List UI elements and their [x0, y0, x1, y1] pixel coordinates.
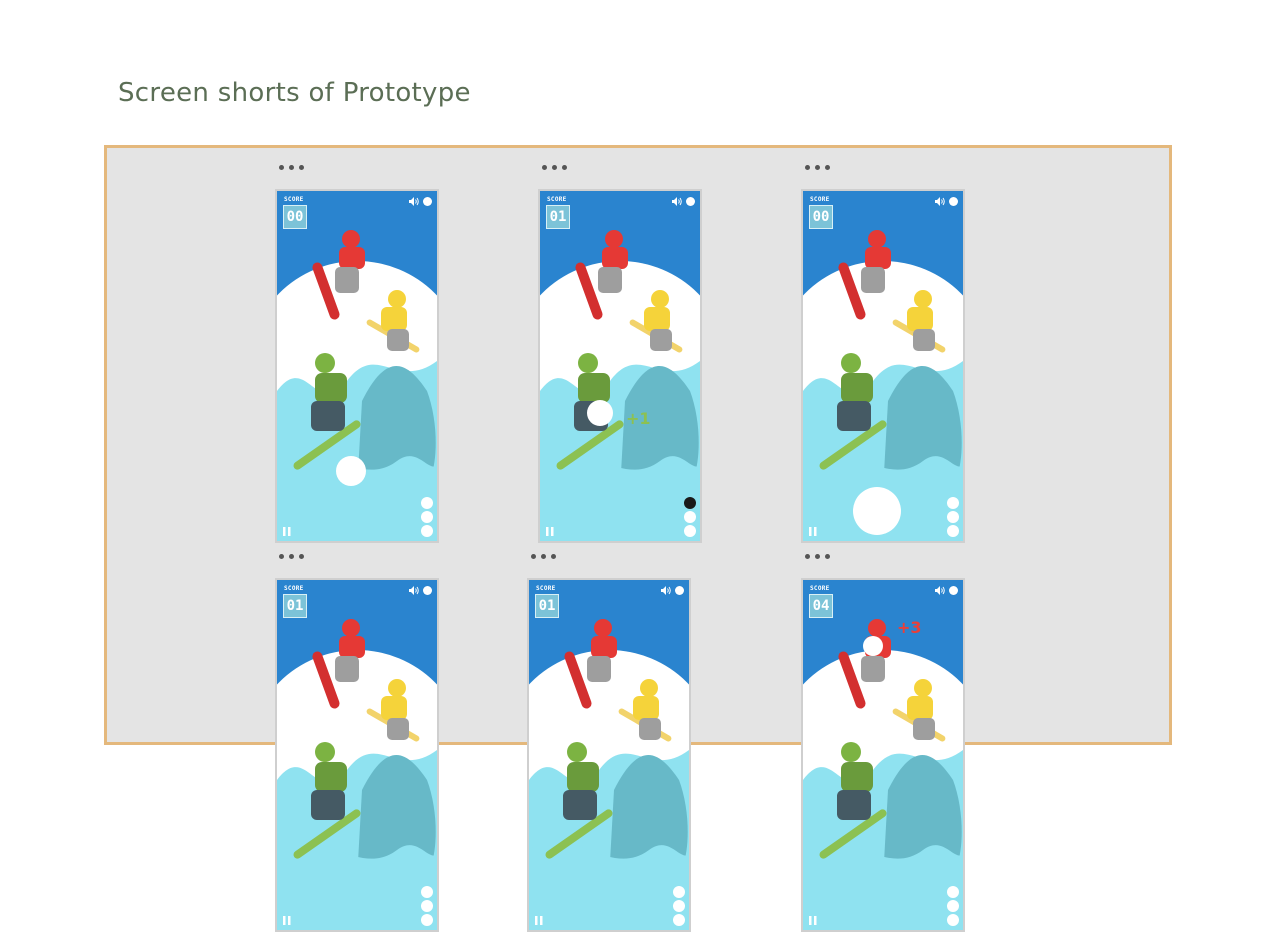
pause-icon[interactable]	[283, 916, 291, 925]
life-icon	[947, 525, 959, 537]
pause-icon[interactable]	[809, 916, 817, 925]
life-icon	[947, 886, 959, 898]
score-label: SCORE	[547, 196, 567, 203]
pause-icon[interactable]	[546, 527, 554, 536]
game-scene	[529, 580, 689, 930]
score-value: 00	[809, 205, 833, 229]
life-icon	[421, 914, 433, 926]
game-screen: SCORE 00	[801, 189, 965, 543]
game-screen: SCORE 00	[275, 189, 439, 543]
life-icon	[421, 511, 433, 523]
game-screen: SCORE 04 +3	[801, 578, 965, 932]
game-scene	[277, 191, 437, 541]
game-scene	[277, 580, 437, 930]
prototype-board: SCORE 00 SCORE 01 +1 SCORE 00 SCORE 01 S…	[104, 145, 1172, 932]
page-title: Screen shorts of Prototype	[118, 78, 471, 108]
life-icon	[947, 914, 959, 926]
game-screen: SCORE 01	[275, 578, 439, 932]
score-value: 00	[283, 205, 307, 229]
menu-icon[interactable]	[423, 586, 432, 595]
pause-icon[interactable]	[809, 527, 817, 536]
speaker-icon[interactable]	[935, 197, 945, 206]
score-popup: +1	[626, 409, 651, 428]
speaker-icon[interactable]	[409, 197, 419, 206]
menu-icon[interactable]	[949, 197, 958, 206]
life-icon	[947, 900, 959, 912]
menu-icon[interactable]	[423, 197, 432, 206]
life-icon	[684, 511, 696, 523]
game-scene	[803, 191, 963, 541]
game-scene	[803, 580, 963, 930]
menu-icon[interactable]	[686, 197, 695, 206]
score-label: SCORE	[810, 196, 830, 203]
life-icon	[421, 497, 433, 509]
more-dots-icon[interactable]	[542, 165, 567, 170]
score-label: SCORE	[284, 585, 304, 592]
score-label: SCORE	[810, 585, 830, 592]
speaker-icon[interactable]	[661, 586, 671, 595]
more-dots-icon[interactable]	[805, 165, 830, 170]
score-value: 01	[535, 594, 559, 618]
score-label: SCORE	[284, 196, 304, 203]
pause-icon[interactable]	[283, 527, 291, 536]
life-icon	[684, 525, 696, 537]
score-label: SCORE	[536, 585, 556, 592]
life-icon	[421, 525, 433, 537]
life-icon	[947, 511, 959, 523]
speaker-icon[interactable]	[935, 586, 945, 595]
score-popup: +3	[897, 618, 922, 637]
score-value: 01	[546, 205, 570, 229]
game-screen: SCORE 01 +1	[538, 189, 702, 543]
life-icon	[421, 900, 433, 912]
game-scene	[540, 191, 700, 541]
more-dots-icon[interactable]	[531, 554, 556, 559]
menu-icon[interactable]	[949, 586, 958, 595]
life-icon	[673, 886, 685, 898]
life-icon	[673, 914, 685, 926]
speaker-icon[interactable]	[409, 586, 419, 595]
more-dots-icon[interactable]	[279, 554, 304, 559]
more-dots-icon[interactable]	[279, 165, 304, 170]
life-icon	[684, 497, 696, 509]
pause-icon[interactable]	[535, 916, 543, 925]
life-icon	[947, 497, 959, 509]
menu-icon[interactable]	[675, 586, 684, 595]
life-icon	[673, 900, 685, 912]
game-screen: SCORE 01	[527, 578, 691, 932]
more-dots-icon[interactable]	[805, 554, 830, 559]
score-value: 01	[283, 594, 307, 618]
score-value: 04	[809, 594, 833, 618]
life-icon	[421, 886, 433, 898]
speaker-icon[interactable]	[672, 197, 682, 206]
